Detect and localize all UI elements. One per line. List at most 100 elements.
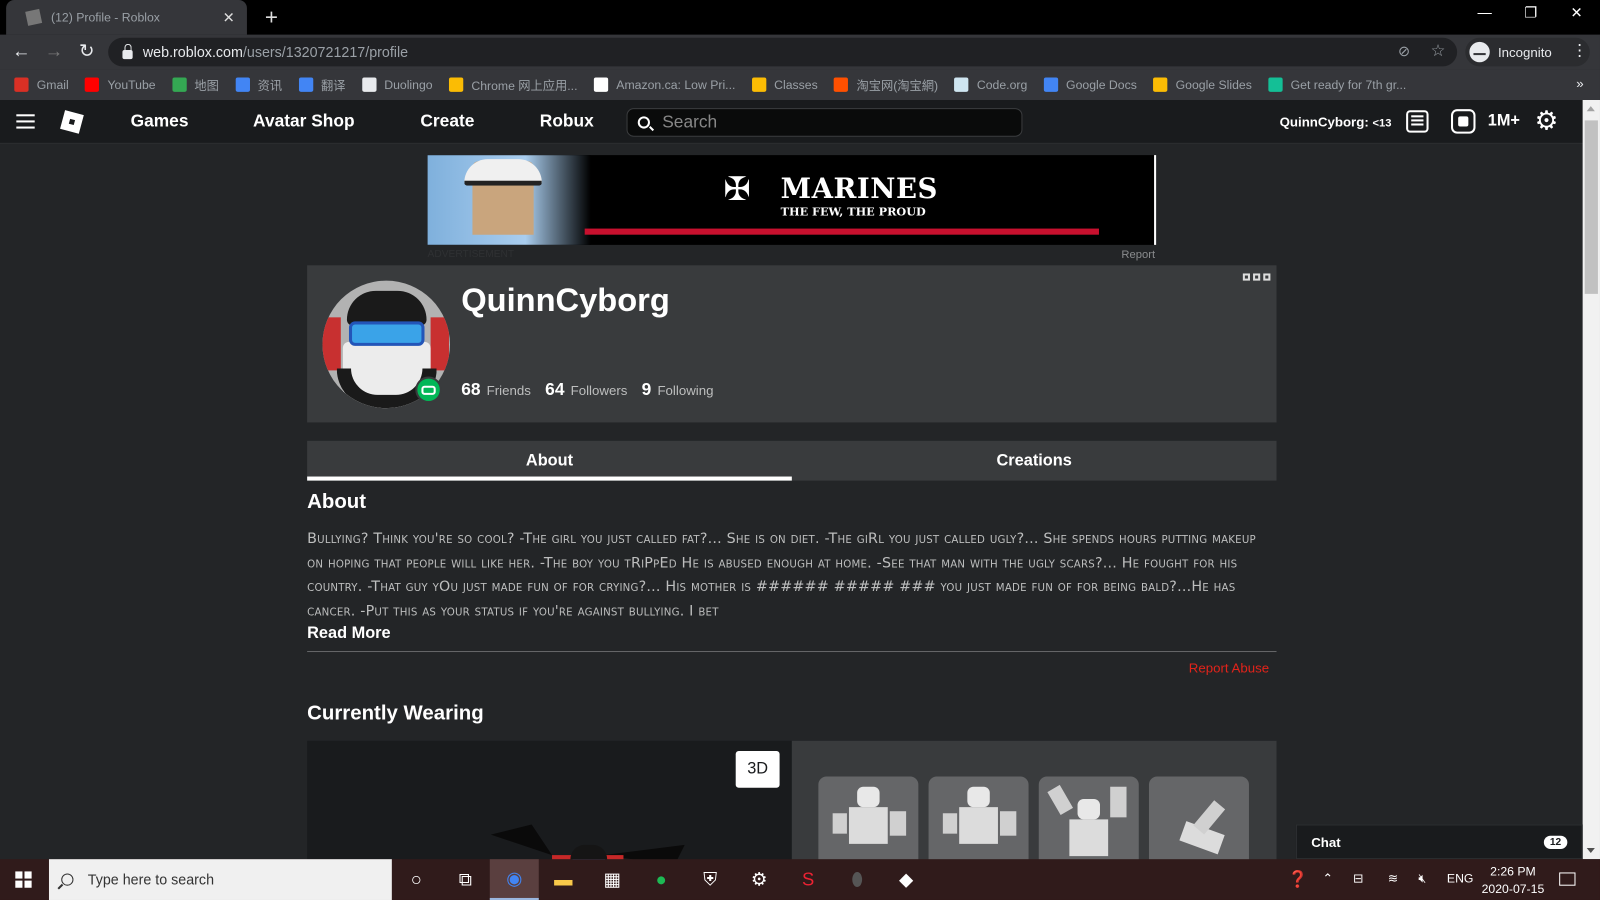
minimize-icon[interactable]: — — [1469, 4, 1500, 20]
file-explorer-icon[interactable]: ▬ — [539, 859, 588, 900]
about-description: Bullying? Think you're so cool? -The gir… — [307, 530, 1256, 620]
advertisement-banner[interactable]: ✠ MARINES THE FEW, THE PROUD — [427, 155, 1156, 245]
bookmark-item[interactable]: 淘宝网(淘宝網) — [834, 76, 938, 93]
bookmark-favicon-icon — [14, 77, 29, 92]
spotify-icon[interactable]: ● — [637, 859, 686, 900]
bookmark-item[interactable]: Google Slides — [1153, 77, 1252, 92]
bookmark-item[interactable]: Chrome 网上应用... — [448, 76, 577, 93]
friends-label[interactable]: Friends — [487, 383, 531, 398]
worn-item-card[interactable] — [928, 776, 1029, 869]
bookmark-item[interactable]: Classes — [751, 77, 818, 92]
following-count[interactable]: 9 — [642, 380, 652, 400]
close-tab-icon[interactable]: ✕ — [220, 9, 236, 26]
address-bar[interactable]: web.roblox.com /users/1320721217/profile… — [108, 37, 1458, 67]
cortana-icon[interactable]: ○ — [392, 859, 441, 900]
emote-figure-icon — [942, 786, 1017, 869]
bookmark-item[interactable]: Duolingo — [361, 77, 433, 92]
chat-bar[interactable]: Chat 12 — [1295, 824, 1583, 860]
windows-start-icon[interactable] — [15, 871, 32, 888]
microsoft-store-icon[interactable]: ▦ — [588, 859, 637, 900]
url-path: /users/1320721217/profile — [242, 43, 409, 61]
tab-about[interactable]: About — [307, 441, 792, 481]
show-hidden-icons-chevron[interactable]: ⌃ — [1322, 871, 1332, 885]
power-icon[interactable]: ⊟ — [1353, 871, 1363, 885]
wifi-icon[interactable]: ≋ — [1388, 871, 1398, 885]
taskbar-clock[interactable]: 2:26 PM 2020-07-15 — [1482, 863, 1545, 898]
language-indicator[interactable]: ENG — [1447, 871, 1474, 885]
report-abuse-link[interactable]: Report Abuse — [1189, 660, 1269, 675]
taskbar-search[interactable]: Type here to search — [48, 859, 392, 900]
app-s-icon[interactable]: S — [784, 859, 833, 900]
browser-menu-icon[interactable]: ⋮ — [1571, 41, 1587, 61]
messages-icon[interactable] — [1406, 110, 1429, 133]
browser-tab[interactable]: (12) Profile - Roblox ✕ — [6, 0, 247, 35]
tracking-blocked-eye-icon[interactable]: ⊘ — [1398, 43, 1410, 60]
security-shield-icon[interactable]: ⛨ — [686, 859, 735, 900]
help-icon[interactable]: ❓ — [1288, 869, 1308, 889]
roblox-logo-icon[interactable] — [60, 110, 84, 134]
task-view-icon[interactable]: ⧉ — [441, 859, 490, 900]
scroll-down-arrow-icon[interactable] — [1586, 847, 1595, 854]
bookmark-item[interactable]: Google Docs — [1043, 77, 1137, 92]
back-icon[interactable]: ← — [10, 41, 32, 62]
friends-count[interactable]: 68 — [461, 380, 480, 400]
nav-games[interactable]: Games — [131, 111, 189, 131]
nav-create[interactable]: Create — [420, 111, 474, 131]
roblox-taskbar-icon[interactable]: ◆ — [882, 859, 931, 900]
ad-report-link[interactable]: Report — [1121, 249, 1155, 261]
bookmark-item[interactable]: Amazon.ca: Low Pri... — [593, 77, 735, 92]
bookmark-favicon-icon — [171, 77, 187, 92]
worn-item-card[interactable] — [1038, 776, 1139, 869]
bookmark-item[interactable]: Code.org — [954, 77, 1028, 92]
page-scrollbar[interactable] — [1582, 99, 1600, 860]
search-input[interactable] — [662, 112, 989, 133]
restore-icon[interactable]: ❐ — [1515, 4, 1546, 21]
scroll-thumb[interactable] — [1584, 120, 1598, 294]
more-options-icon[interactable] — [1242, 273, 1271, 281]
settings-gear-icon[interactable]: ⚙ — [1535, 107, 1559, 134]
bookmark-label: Code.org — [976, 77, 1028, 92]
following-label[interactable]: Following — [657, 383, 713, 398]
nav-avatar-shop[interactable]: Avatar Shop — [253, 111, 355, 131]
mouse-app-icon[interactable]: ⬮ — [833, 859, 882, 900]
more-bookmarks-icon[interactable]: » — [1576, 76, 1583, 91]
username-text: QuinnCyborg: — [1279, 114, 1369, 130]
worn-item-card[interactable] — [1148, 776, 1249, 869]
new-tab-button[interactable]: + — [261, 4, 281, 31]
bookmark-item[interactable]: Get ready for 7th gr... — [1268, 77, 1406, 92]
bookmarks-bar: Gmail YouTube 地图 资讯 翻译 Duolingo Chrome 网上应用...… — [0, 69, 1600, 100]
tab-creations[interactable]: Creations — [792, 441, 1277, 481]
bookmark-item[interactable]: 地图 — [171, 76, 219, 93]
bookmark-item[interactable]: 资讯 — [235, 76, 282, 93]
currently-wearing-heading: Currently Wearing — [307, 702, 484, 725]
hamburger-menu-icon[interactable] — [16, 114, 35, 129]
chrome-taskbar-icon[interactable]: ◉ — [489, 859, 539, 900]
bookmark-item[interactable]: 翻译 — [298, 76, 345, 93]
volume-muted-icon[interactable]: 🔇︎ — [1418, 871, 1426, 886]
forward-icon[interactable]: → — [43, 41, 65, 62]
bookmark-label: 地图 — [194, 78, 219, 93]
bookmark-item[interactable]: YouTube — [85, 77, 156, 92]
settings-taskbar-icon[interactable]: ⚙ — [735, 859, 784, 900]
header-username[interactable]: QuinnCyborg: <13 — [1280, 114, 1392, 129]
followers-label[interactable]: Followers — [571, 383, 628, 398]
bookmark-item[interactable]: Gmail — [14, 77, 69, 92]
bookmark-star-icon[interactable]: ☆ — [1431, 41, 1446, 61]
nav-robux[interactable]: Robux — [540, 111, 594, 131]
chat-unread-badge: 12 — [1543, 835, 1568, 849]
bookmark-favicon-icon — [361, 77, 377, 92]
roblox-favicon-icon — [25, 8, 43, 26]
read-more-link[interactable]: Read More — [307, 624, 390, 642]
action-center-icon[interactable] — [1559, 872, 1576, 886]
followers-count[interactable]: 64 — [545, 380, 564, 400]
robux-balance[interactable]: 1M+ — [1488, 112, 1520, 130]
toggle-3d-button[interactable]: 3D — [735, 751, 780, 788]
in-game-status-icon[interactable] — [415, 376, 442, 404]
robux-icon[interactable] — [1451, 109, 1476, 134]
reload-icon[interactable]: ↻ — [76, 41, 98, 62]
bookmark-favicon-icon — [1268, 77, 1283, 92]
window-close-icon[interactable]: ✕ — [1561, 4, 1592, 21]
worn-item-card[interactable] — [818, 776, 919, 869]
avatar-viewer[interactable] — [307, 740, 792, 864]
scroll-up-arrow-icon[interactable] — [1586, 106, 1595, 112]
